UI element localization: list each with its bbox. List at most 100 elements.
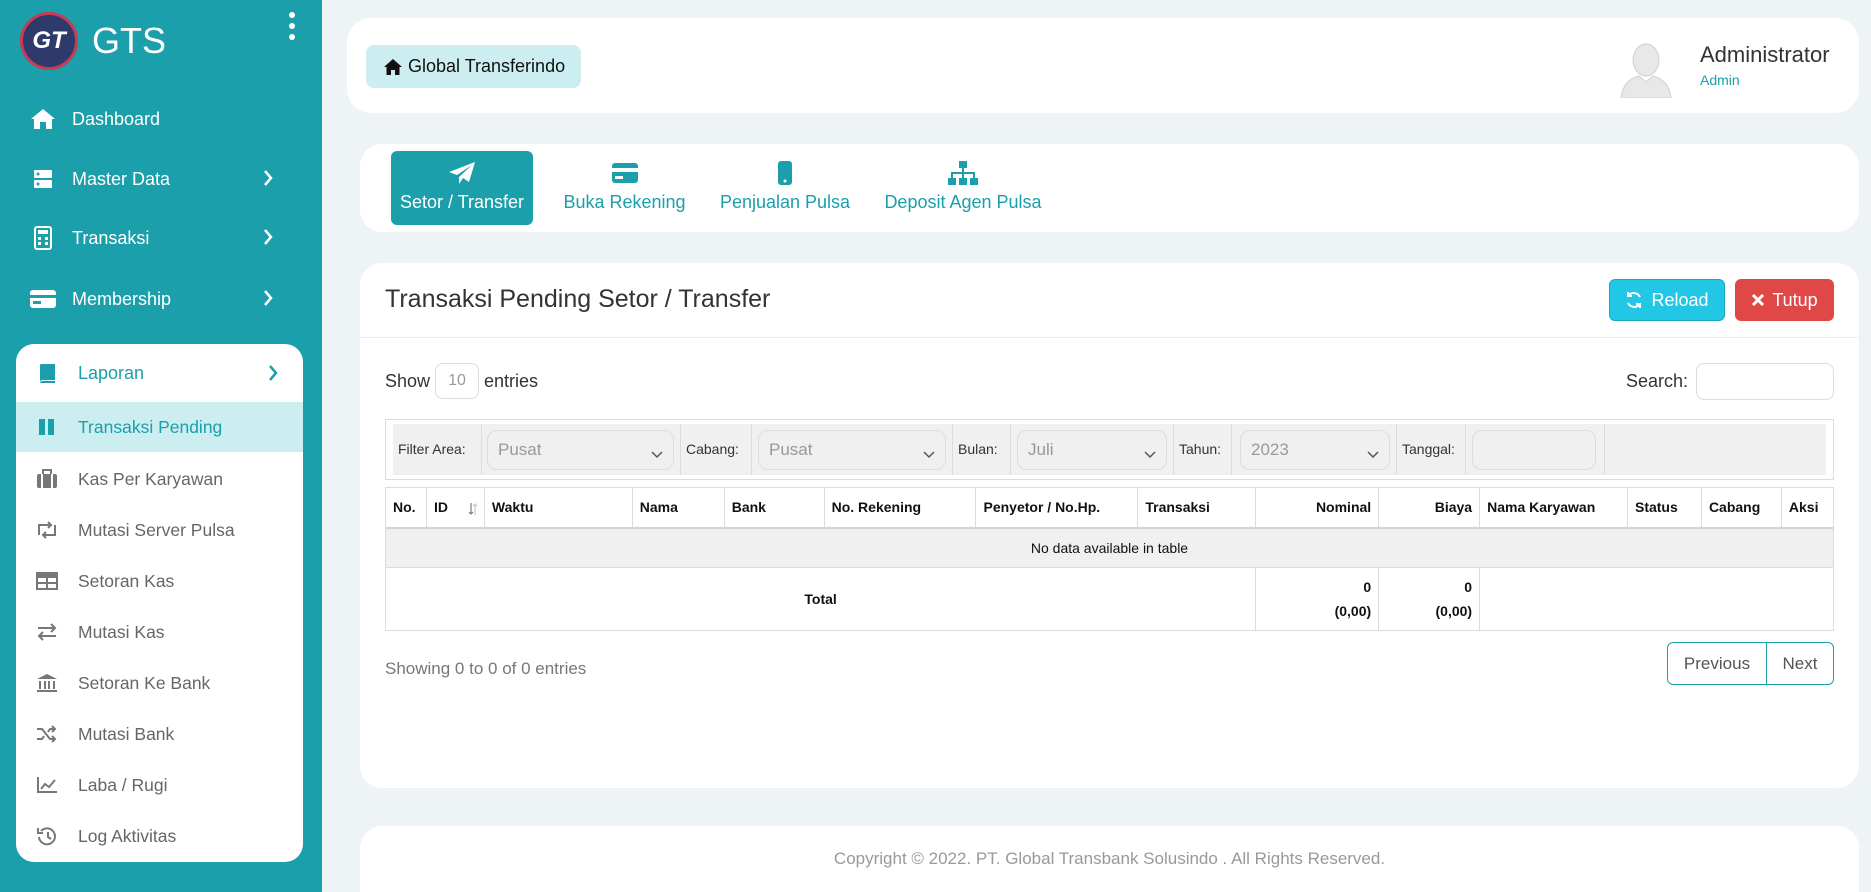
divider [680, 424, 681, 475]
home-breadcrumb[interactable]: Global Transferindo [366, 45, 581, 88]
sidebar-item-setoran-ke-bank[interactable]: Setoran Ke Bank [16, 658, 303, 708]
entries-select[interactable]: 10 [435, 363, 480, 399]
tab-penjualan-pulsa[interactable]: Penjualan Pulsa [718, 151, 852, 225]
sidebar-item-membership[interactable]: Membership [28, 279, 298, 319]
tab-deposit-agen-pulsa[interactable]: Deposit Agen Pulsa [883, 151, 1043, 225]
table-icon [34, 570, 60, 592]
id-card-icon [28, 287, 58, 311]
page-title: Transaksi Pending Setor / Transfer [385, 285, 771, 313]
area-select[interactable]: Pusat [487, 430, 674, 470]
col-no[interactable]: No. [385, 487, 427, 529]
kebab-menu-icon[interactable] [282, 12, 302, 46]
previous-page-button[interactable]: Previous [1668, 643, 1767, 684]
sidebar-item-master-data[interactable]: Master Data [28, 159, 298, 199]
book-icon [34, 362, 60, 384]
laporan-submenu: Laporan Transaksi Pending Kas Per Karyaw… [16, 344, 303, 862]
close-button[interactable]: Tutup [1735, 279, 1834, 321]
random-icon [34, 723, 60, 745]
sidebar-item-label: Log Aktivitas [78, 825, 177, 846]
tanggal-input[interactable] [1472, 430, 1596, 470]
chevron-right-icon [262, 288, 274, 313]
cabang-select[interactable]: Pusat [758, 430, 946, 470]
chevron-down-icon [1144, 444, 1156, 464]
bulan-select[interactable]: Juli [1017, 430, 1167, 470]
user-avatar[interactable] [1619, 38, 1673, 99]
col-bank[interactable]: Bank [723, 487, 825, 529]
reload-label: Reload [1651, 289, 1709, 310]
sidebar-item-label: Transaksi Pending [78, 416, 223, 437]
col-nama-karyawan[interactable]: Nama Karyawan [1479, 487, 1628, 529]
col-nominal[interactable]: Nominal [1255, 487, 1380, 529]
tab-buka-rekening[interactable]: Buka Rekening [562, 151, 687, 225]
divider [1465, 424, 1466, 475]
retweet-icon [34, 519, 60, 541]
transaction-type-tabs: Setor / Transfer Buka Rekening Penjualan… [360, 144, 1859, 232]
logo-text: GT [32, 27, 66, 54]
total-nominal: 0 [1363, 579, 1372, 595]
paper-plane-icon [448, 160, 476, 186]
transactions-table: No. ID Waktu Nama Bank No. Rekening Peny… [384, 487, 1835, 631]
total-row: Total 0 (0,00) 0 (0,00) [384, 567, 1834, 631]
col-penyetor[interactable]: Penyetor / No.Hp. [975, 487, 1139, 529]
close-label: Tutup [1772, 289, 1818, 310]
divider [481, 424, 482, 475]
line-chart-icon [34, 774, 60, 796]
pagination: Previous Next [1667, 642, 1834, 685]
chevron-right-icon [262, 227, 274, 252]
col-transaksi[interactable]: Transaksi [1137, 487, 1257, 529]
sidebar-item-label: Laporan [78, 362, 145, 383]
bulan-label: Bulan: [958, 441, 998, 457]
divider [1173, 424, 1174, 475]
sidebar-item-label: Membership [72, 288, 172, 309]
reload-button[interactable]: Reload [1609, 279, 1725, 321]
sidebar-item-mutasi-kas[interactable]: Mutasi Kas [16, 607, 303, 657]
tab-setor-transfer[interactable]: Setor / Transfer [391, 151, 533, 225]
tahun-label: Tahun: [1179, 441, 1222, 457]
sidebar-item-laba-rugi[interactable]: Laba / Rugi [16, 760, 303, 810]
col-cabang[interactable]: Cabang [1700, 487, 1782, 529]
sidebar-item-kas-per-karyawan[interactable]: Kas Per Karyawan [16, 454, 303, 504]
total-biaya: 0 [1464, 579, 1473, 595]
filter-bar-inner: Filter Area: Pusat Cabang: Pusat Bulan: … [393, 424, 1826, 475]
search-input[interactable] [1696, 363, 1834, 400]
col-aksi[interactable]: Aksi [1780, 487, 1835, 529]
divider [1604, 424, 1605, 475]
sidebar-item-mutasi-server-pulsa[interactable]: Mutasi Server Pulsa [16, 505, 303, 555]
brand[interactable]: GT GTS [20, 12, 310, 70]
sidebar-item-transaksi-pending[interactable]: Transaksi Pending [16, 402, 303, 452]
bank-icon [34, 672, 60, 694]
col-waktu[interactable]: Waktu [483, 487, 633, 529]
exchange-icon [34, 621, 60, 643]
chevron-down-icon [651, 444, 663, 464]
col-no-rekening[interactable]: No. Rekening [823, 487, 977, 529]
sidebar-item-log-aktivitas[interactable]: Log Aktivitas [16, 811, 303, 861]
col-id[interactable]: ID [425, 487, 485, 529]
history-icon [34, 825, 60, 847]
total-biaya-sub: (0,00) [1435, 603, 1473, 619]
user-role: Admin [1700, 72, 1740, 88]
next-page-button[interactable]: Next [1767, 643, 1833, 684]
entries-length-control: Show 10 entries [385, 363, 538, 399]
chevron-right-icon [267, 363, 279, 388]
col-status[interactable]: Status [1626, 487, 1702, 529]
sidebar-item-mutasi-bank[interactable]: Mutasi Bank [16, 709, 303, 759]
calculator-icon [28, 226, 58, 250]
tab-label: Buka Rekening [563, 192, 686, 212]
tahun-select[interactable]: 2023 [1240, 430, 1390, 470]
sidebar-item-label: Mutasi Kas [78, 621, 165, 642]
sidebar-item-laporan[interactable]: Laporan [16, 344, 303, 402]
home-icon [28, 107, 58, 131]
sidebar-item-setoran-kas[interactable]: Setoran Kas [16, 556, 303, 606]
table-info: Showing 0 to 0 of 0 entries [385, 659, 587, 678]
empty-message: No data available in table [385, 527, 1834, 568]
tanggal-label: Tanggal: [1402, 441, 1455, 457]
briefcase-icon [34, 468, 60, 490]
col-biaya[interactable]: Biaya [1378, 487, 1481, 529]
sidebar-item-dashboard[interactable]: Dashboard [28, 99, 298, 139]
tab-label: Deposit Agen Pulsa [884, 192, 1042, 212]
col-nama[interactable]: Nama [631, 487, 725, 529]
tab-label: Setor / Transfer [399, 192, 525, 212]
cabang-value: Pusat [769, 440, 813, 459]
divider [751, 424, 752, 475]
sidebar-item-transaksi[interactable]: Transaksi [28, 218, 298, 258]
